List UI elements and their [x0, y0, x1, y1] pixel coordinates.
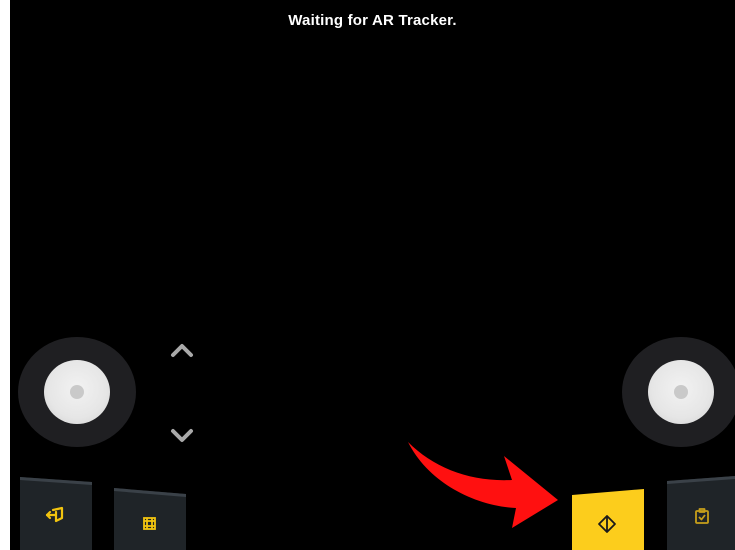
left-joystick-knob[interactable] — [44, 360, 110, 424]
place-anchor-button[interactable] — [572, 489, 644, 550]
status-message: Waiting for AR Tracker. — [288, 12, 457, 29]
exit-button[interactable] — [20, 475, 92, 550]
ar-viewport[interactable]: Waiting for AR Tracker. — [10, 0, 735, 550]
right-joystick-center-dot — [674, 385, 688, 399]
right-joystick-knob[interactable] — [648, 360, 714, 424]
left-joystick[interactable] — [18, 337, 136, 447]
chevron-down-icon[interactable] — [170, 428, 194, 444]
grid-button[interactable] — [114, 488, 186, 550]
clipboard-button[interactable] — [667, 476, 735, 550]
chevron-up-icon[interactable] — [170, 342, 194, 358]
right-joystick[interactable] — [622, 337, 735, 447]
annotation-arrow — [408, 442, 558, 528]
left-joystick-center-dot — [70, 385, 84, 399]
